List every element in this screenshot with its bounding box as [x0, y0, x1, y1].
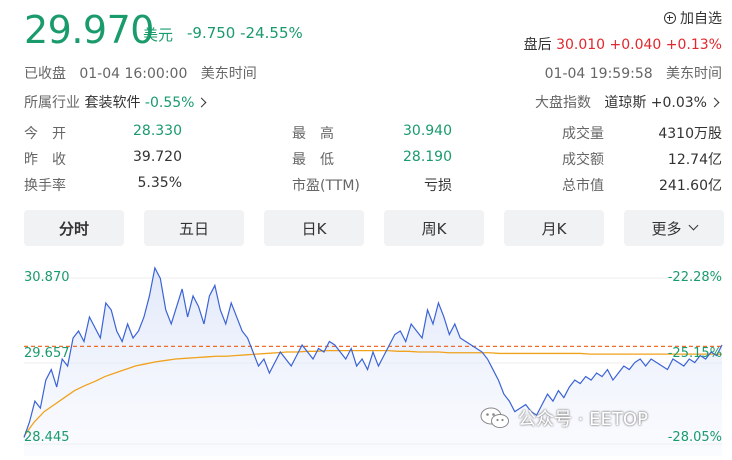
- tab-intraday[interactable]: 分时: [24, 210, 124, 246]
- market-cap-value: 241.60亿: [659, 178, 722, 194]
- prev-close-label: 昨 收: [24, 152, 66, 168]
- turnover-value: 5.35%: [137, 175, 182, 191]
- tab-five-day[interactable]: 五日: [144, 210, 244, 246]
- open-label: 今 开: [24, 126, 66, 142]
- y-axis-right-mid: -25.15%: [667, 346, 722, 361]
- after-hours-time: 01-04 19:59:58 美东时间: [544, 66, 722, 82]
- price-change: -9.750 -24.55%: [187, 24, 303, 42]
- tab-daily-k[interactable]: 日K: [264, 210, 364, 246]
- wechat-icon: [480, 407, 509, 428]
- y-axis-right-bottom: -28.05%: [667, 430, 722, 445]
- chevron-down-icon: [688, 220, 698, 230]
- prev-close-value: 39.720: [133, 149, 182, 165]
- plus-circle-icon: [664, 12, 676, 24]
- high-value: 30.940: [403, 123, 452, 139]
- y-axis-left-mid: 29.657: [24, 346, 70, 361]
- pe-label: 市盈(TTM): [292, 178, 360, 194]
- pe-value: 亏损: [424, 178, 452, 194]
- high-label: 最 高: [292, 126, 334, 142]
- low-label: 最 低: [292, 152, 334, 168]
- watermark: 公众号 · EETOP: [480, 405, 648, 431]
- amount-label: 成交额: [562, 152, 604, 168]
- market-cap-label: 总市值: [562, 178, 604, 194]
- volume-value: 4310万股: [658, 126, 722, 142]
- low-value: 28.190: [403, 149, 452, 165]
- y-axis-right-top: -22.28%: [667, 270, 722, 285]
- industry-link[interactable]: 所属行业 套装软件 -0.55%: [24, 92, 207, 112]
- volume-label: 成交量: [562, 126, 604, 142]
- y-axis-left-top: 30.870: [24, 270, 70, 285]
- chart-period-tabs: 分时 五日 日K 周K 月K 更多: [24, 210, 724, 246]
- tab-more[interactable]: 更多: [624, 210, 724, 246]
- add-watchlist-button[interactable]: 加自选: [664, 8, 722, 28]
- index-link[interactable]: 大盘指数 道琼斯 +0.03%: [535, 92, 720, 112]
- last-price: 29.970: [24, 8, 154, 52]
- chevron-right-icon: [196, 97, 207, 108]
- y-axis-left-bottom: 28.445: [24, 430, 70, 445]
- after-hours-quote: 盘后 30.010 +0.040 +0.13%: [523, 37, 722, 53]
- tab-weekly-k[interactable]: 周K: [384, 210, 484, 246]
- chevron-right-icon: [709, 97, 720, 108]
- market-status: 已收盘 01-04 16:00:00 美东时间: [24, 66, 257, 82]
- tab-monthly-k[interactable]: 月K: [504, 210, 604, 246]
- currency-label: 美元: [143, 26, 174, 44]
- open-value: 28.330: [133, 123, 182, 139]
- amount-value: 12.74亿: [667, 152, 722, 168]
- turnover-label: 换手率: [24, 178, 66, 194]
